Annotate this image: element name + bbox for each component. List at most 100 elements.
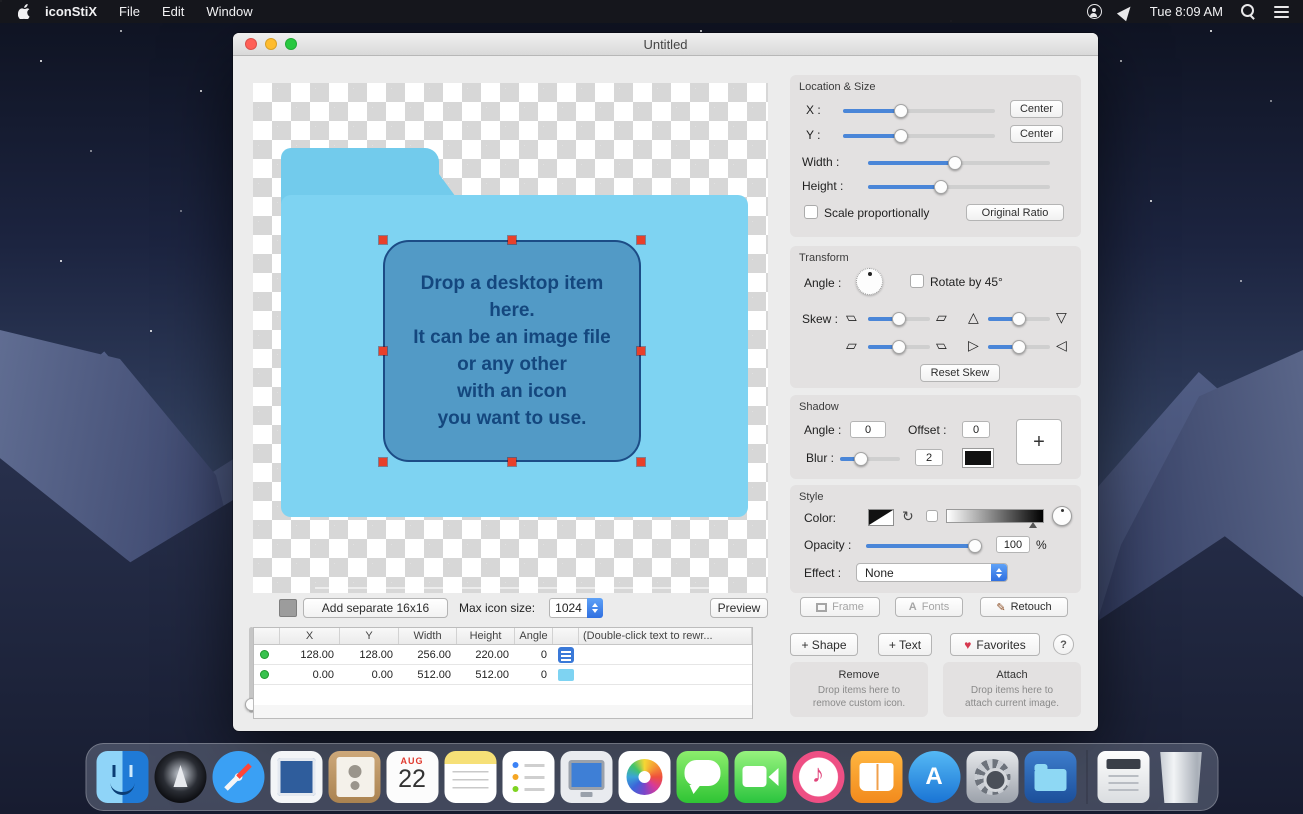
dock-launchpad-icon[interactable] xyxy=(154,751,206,803)
skew-v-slider[interactable] xyxy=(988,317,1050,321)
icon-canvas[interactable]: Drop a desktop item here. It can be an i… xyxy=(253,83,768,593)
dock-mail-icon[interactable] xyxy=(270,751,322,803)
favorites-button[interactable]: ♥ Favorites xyxy=(950,633,1040,656)
skew-v-thumb[interactable] xyxy=(1012,312,1026,326)
x-slider[interactable] xyxy=(843,109,995,113)
gradient-checkbox[interactable] xyxy=(926,510,938,522)
shadow-add-well[interactable]: + xyxy=(1016,419,1062,465)
menu-window[interactable]: Window xyxy=(206,4,252,19)
header-text[interactable]: (Double-click text to rewr... xyxy=(579,628,752,644)
shadow-offset-field[interactable] xyxy=(962,421,990,438)
dock-calendar-icon[interactable]: AUG 22 xyxy=(386,751,438,803)
header-width[interactable]: Width xyxy=(399,628,457,644)
header-height[interactable]: Height xyxy=(457,628,515,644)
selection-handle-bottom-right[interactable] xyxy=(637,458,645,466)
add-shape-button[interactable]: + Shape xyxy=(790,633,858,656)
retouch-button[interactable]: ✎ Retouch xyxy=(980,597,1068,617)
menu-edit[interactable]: Edit xyxy=(162,4,184,19)
dock-iconstix-icon[interactable] xyxy=(1024,751,1076,803)
dock-document-icon[interactable] xyxy=(1097,751,1149,803)
x-slider-thumb[interactable] xyxy=(894,104,908,118)
frame-button[interactable]: Frame xyxy=(800,597,880,617)
shadow-color-well[interactable] xyxy=(963,449,993,467)
color-swatch[interactable] xyxy=(868,509,894,526)
selection-handle-top-right[interactable] xyxy=(637,236,645,244)
header-angle[interactable]: Angle xyxy=(515,628,553,644)
dock-finder-icon[interactable] xyxy=(96,751,148,803)
separate-16-color-well[interactable] xyxy=(279,599,297,617)
skew-h2-slider[interactable] xyxy=(868,345,930,349)
angle-knob[interactable] xyxy=(856,268,883,295)
max-icon-size-stepper[interactable]: 1024 xyxy=(549,598,603,618)
dock-itunes-icon[interactable]: ♪ xyxy=(792,751,844,803)
dock-trash-icon[interactable] xyxy=(1155,751,1207,803)
opacity-slider[interactable] xyxy=(866,544,978,548)
y-slider-thumb[interactable] xyxy=(894,129,908,143)
pointer-status-icon[interactable] xyxy=(1117,2,1135,20)
skew-h-thumb[interactable] xyxy=(892,312,906,326)
dock-system-preferences-icon[interactable] xyxy=(966,751,1018,803)
attach-drop-zone[interactable]: Attach Drop items here to attach current… xyxy=(943,662,1081,717)
rotate-45-checkbox[interactable] xyxy=(910,274,924,288)
height-slider-thumb[interactable] xyxy=(934,180,948,194)
original-ratio-button[interactable]: Original Ratio xyxy=(966,204,1064,221)
stepper-arrows-icon[interactable] xyxy=(587,598,603,618)
drop-text-box[interactable]: Drop a desktop item here. It can be an i… xyxy=(383,240,641,462)
table-row-folder[interactable]: 0.00 0.00 512.00 512.00 0 xyxy=(254,665,752,685)
dock-app-store-icon[interactable]: A xyxy=(908,751,960,803)
opacity-field[interactable] xyxy=(996,536,1030,553)
refresh-icon[interactable]: ↻ xyxy=(902,508,914,525)
dock-photos-icon[interactable] xyxy=(618,751,670,803)
spotlight-search-icon[interactable] xyxy=(1241,4,1256,19)
selection-handle-bottom-center[interactable] xyxy=(508,458,516,466)
dock-display-utility-icon[interactable] xyxy=(560,751,612,803)
blur-slider-thumb[interactable] xyxy=(854,452,868,466)
gradient-bar[interactable] xyxy=(946,509,1044,523)
user-status-icon[interactable] xyxy=(1087,4,1102,19)
dock-contacts-icon[interactable] xyxy=(328,751,380,803)
selection-handle-top-center[interactable] xyxy=(508,236,516,244)
menubar-clock[interactable]: Tue 8:09 AM xyxy=(1150,4,1223,19)
skew-h2-thumb[interactable] xyxy=(892,340,906,354)
center-x-button[interactable]: Center xyxy=(1010,100,1063,118)
reset-skew-button[interactable]: Reset Skew xyxy=(920,364,1000,382)
skew-v2-slider[interactable] xyxy=(988,345,1050,349)
dock-safari-icon[interactable] xyxy=(212,751,264,803)
selection-handle-top-left[interactable] xyxy=(379,236,387,244)
menu-file[interactable]: File xyxy=(119,4,140,19)
shadow-angle-field[interactable] xyxy=(850,421,886,438)
header-y[interactable]: Y xyxy=(340,628,399,644)
help-button[interactable]: ? xyxy=(1053,634,1074,655)
selection-handle-bottom-left[interactable] xyxy=(379,458,387,466)
shadow-blur-field[interactable] xyxy=(915,449,943,466)
dock-notes-icon[interactable] xyxy=(444,751,496,803)
scale-proportionally-checkbox[interactable] xyxy=(804,205,818,219)
fonts-button[interactable]: A Fonts xyxy=(895,597,963,617)
dock-ibooks-icon[interactable] xyxy=(850,751,902,803)
table-empty-row[interactable] xyxy=(254,705,752,719)
dock-reminders-icon[interactable] xyxy=(502,751,554,803)
width-slider[interactable] xyxy=(868,161,1050,165)
selection-handle-mid-right[interactable] xyxy=(637,347,645,355)
table-row-textbox[interactable]: 128.00 128.00 256.00 220.00 0 xyxy=(254,645,752,665)
gradient-angle-knob[interactable] xyxy=(1052,506,1072,526)
max-icon-size-value[interactable]: 1024 xyxy=(549,598,587,618)
height-slider[interactable] xyxy=(868,185,1050,189)
selection-handle-mid-left[interactable] xyxy=(379,347,387,355)
y-slider[interactable] xyxy=(843,134,995,138)
width-slider-thumb[interactable] xyxy=(948,156,962,170)
opacity-slider-thumb[interactable] xyxy=(968,539,982,553)
dock-messages-icon[interactable] xyxy=(676,751,728,803)
preview-button[interactable]: Preview xyxy=(710,598,768,618)
effect-dropdown[interactable]: None xyxy=(856,563,1008,582)
menu-app-name[interactable]: iconStiX xyxy=(45,4,97,19)
blur-slider[interactable] xyxy=(840,457,900,461)
center-y-button[interactable]: Center xyxy=(1010,125,1063,143)
skew-v2-thumb[interactable] xyxy=(1012,340,1026,354)
gradient-marker[interactable] xyxy=(1029,522,1037,528)
table-empty-row[interactable] xyxy=(254,685,752,705)
remove-drop-zone[interactable]: Remove Drop items here to remove custom … xyxy=(790,662,928,717)
add-separate-16-button[interactable]: Add separate 16x16 xyxy=(303,598,448,618)
skew-h-slider[interactable] xyxy=(868,317,930,321)
add-text-button[interactable]: + Text xyxy=(878,633,932,656)
